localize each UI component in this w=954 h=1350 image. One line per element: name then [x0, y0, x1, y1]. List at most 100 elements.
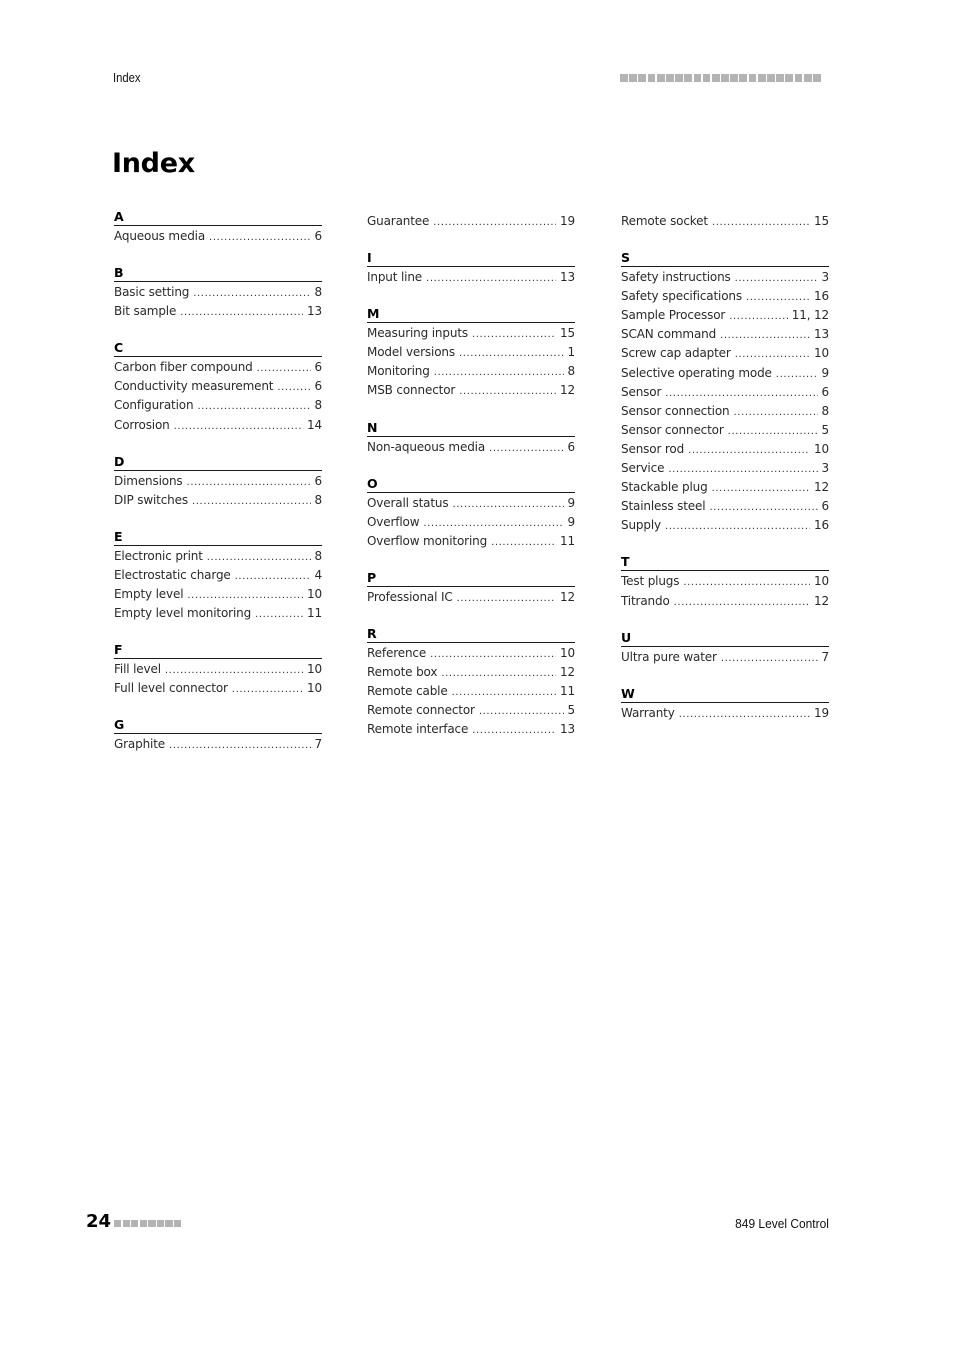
index-page-ref: 6 [821, 499, 830, 514]
index-page-ref: 11 [560, 684, 575, 699]
decoration-square [165, 1220, 173, 1228]
index-entry: Corrosion 14 [114, 416, 322, 435]
index-page-ref: 6 [314, 360, 323, 375]
index-page-ref: 4 [314, 567, 323, 582]
dot-leader [679, 705, 810, 723]
index-term: Supply [621, 518, 661, 533]
index-term: Remote box [367, 665, 438, 680]
index-entry: Warranty 19 [621, 704, 829, 723]
index-page-ref: 11 [307, 606, 322, 621]
index-letter-heading: P [367, 568, 575, 587]
dot-leader [457, 589, 556, 607]
index-letter-heading: F [114, 640, 322, 660]
index-page-ref: 12 [560, 589, 575, 604]
index-letter-heading: E [114, 527, 322, 546]
dot-leader [169, 736, 310, 754]
index-page-ref: 12 [814, 593, 829, 608]
index-group-t: T Test plugs 10 Titrando 12 [621, 552, 829, 610]
index-term: DIP switches [114, 492, 188, 507]
decoration-square [638, 74, 647, 82]
index-page-ref: 8 [314, 285, 323, 300]
index-term: Sensor connection [621, 403, 730, 418]
index-page-ref: 10 [814, 346, 829, 361]
index-group-p: P Professional IC 12 [367, 568, 575, 607]
index-group-a: A Aqueous media 6 [114, 207, 322, 246]
index-page-ref: 7 [821, 649, 830, 664]
dot-leader [709, 498, 817, 516]
index-entry-list: Electronic print 8 Electrostatic charge 4 Em… [114, 546, 322, 623]
index-term: MSB connector [367, 383, 456, 398]
decoration-square [684, 74, 693, 82]
index-group-f: F Fill level 10 Full level connector 10 [114, 640, 322, 698]
dot-leader [472, 325, 556, 343]
index-entry: Configuration 8 [114, 396, 322, 415]
index-entry: Sensor connector 5 [621, 421, 829, 440]
dot-leader [232, 680, 303, 698]
dot-leader [479, 702, 564, 720]
index-term: Sensor rod [621, 441, 685, 456]
index-entry: Dimensions 6 [114, 472, 322, 491]
index-entry: Sensor 6 [621, 383, 829, 402]
index-term: Model versions [367, 345, 455, 360]
index-page-ref: 14 [307, 417, 322, 432]
index-term: Safety instructions [621, 270, 731, 285]
index-entry-list: Professional IC 12 [367, 587, 575, 607]
index-column-1: A Aqueous media 6 B Basic setting 8 Bit sample… [114, 207, 322, 772]
index-entry-list: Warranty 19 [621, 703, 829, 723]
index-term: Warranty [621, 705, 675, 720]
index-entry: Stainless steel 6 [621, 497, 829, 516]
index-entry-list: Remote socket 15 [621, 211, 829, 231]
index-term: Fill level [114, 662, 161, 677]
dot-leader [489, 439, 563, 457]
decoration-square [139, 1220, 147, 1228]
index-term: Test plugs [621, 574, 680, 589]
index-page-ref: 16 [814, 289, 829, 304]
index-page-ref: 10 [307, 662, 322, 677]
index-page-ref: 15 [814, 214, 829, 228]
index-entry: Safety instructions 3 [621, 268, 829, 287]
index-page-ref: 11 [560, 533, 575, 548]
index-entry: Input line 13 [367, 268, 575, 287]
decoration-square [148, 1220, 156, 1228]
index-group-d: D Dimensions 6 DIP switches 8 [114, 452, 322, 510]
index-letter-heading: S [621, 248, 829, 268]
index-term: Professional IC [367, 589, 453, 604]
index-entry-list: Measuring inputs 15 Model versions 1 Monitor… [367, 323, 575, 400]
decoration-square [721, 74, 729, 82]
dot-leader [193, 284, 310, 302]
page-number: 24 [86, 1211, 112, 1232]
index-term: Guarantee [367, 214, 430, 228]
index-page-ref: 10 [560, 646, 575, 661]
index-term: Bit sample [114, 304, 177, 319]
index-page-ref: 12 [560, 383, 575, 398]
index-page-ref: 5 [821, 422, 830, 437]
index-entry: Empty level 10 [114, 585, 322, 604]
index-entry: Empty level monitoring 11 [114, 604, 322, 623]
dot-leader [430, 645, 556, 663]
index-entry: Supply 16 [621, 516, 829, 535]
index-entry-list: Test plugs 10 Titrando 12 [621, 571, 829, 610]
index-page-ref: 10 [814, 574, 829, 589]
index-entry: Sample Processor 11, 12 [621, 306, 829, 325]
index-entry-list: Guarantee 19 [367, 211, 575, 231]
index-entry-list: Reference10Remote box12Remote cable11Rem… [367, 643, 575, 739]
index-group-m: M Measuring inputs 15 Model versions 1 Monito… [367, 304, 575, 400]
index-term: Non-aqueous media [367, 439, 486, 454]
index-entry-list: Graphite 7 [114, 734, 322, 754]
page-title: Index [112, 148, 195, 179]
footer-decoration-squares [114, 1220, 182, 1228]
index-page-ref: 13 [560, 722, 575, 737]
decoration-square [647, 74, 656, 82]
decoration-square [702, 74, 711, 82]
dot-leader [734, 403, 818, 421]
index-entry: Overflow 9 [367, 513, 575, 532]
index-entry-list: Aqueous media 6 [114, 226, 322, 246]
index-entry: Ultra pure water 7 [621, 648, 829, 667]
index-page-ref: 1 [567, 345, 576, 360]
index-entry: Remote box 12 [367, 663, 575, 682]
dot-leader [674, 593, 810, 611]
index-page-ref: 9 [567, 514, 576, 529]
index-term: Carbon fiber compound [114, 360, 253, 375]
decoration-square [629, 74, 637, 82]
index-entry-list: Ultra pure water 7 [621, 647, 829, 667]
